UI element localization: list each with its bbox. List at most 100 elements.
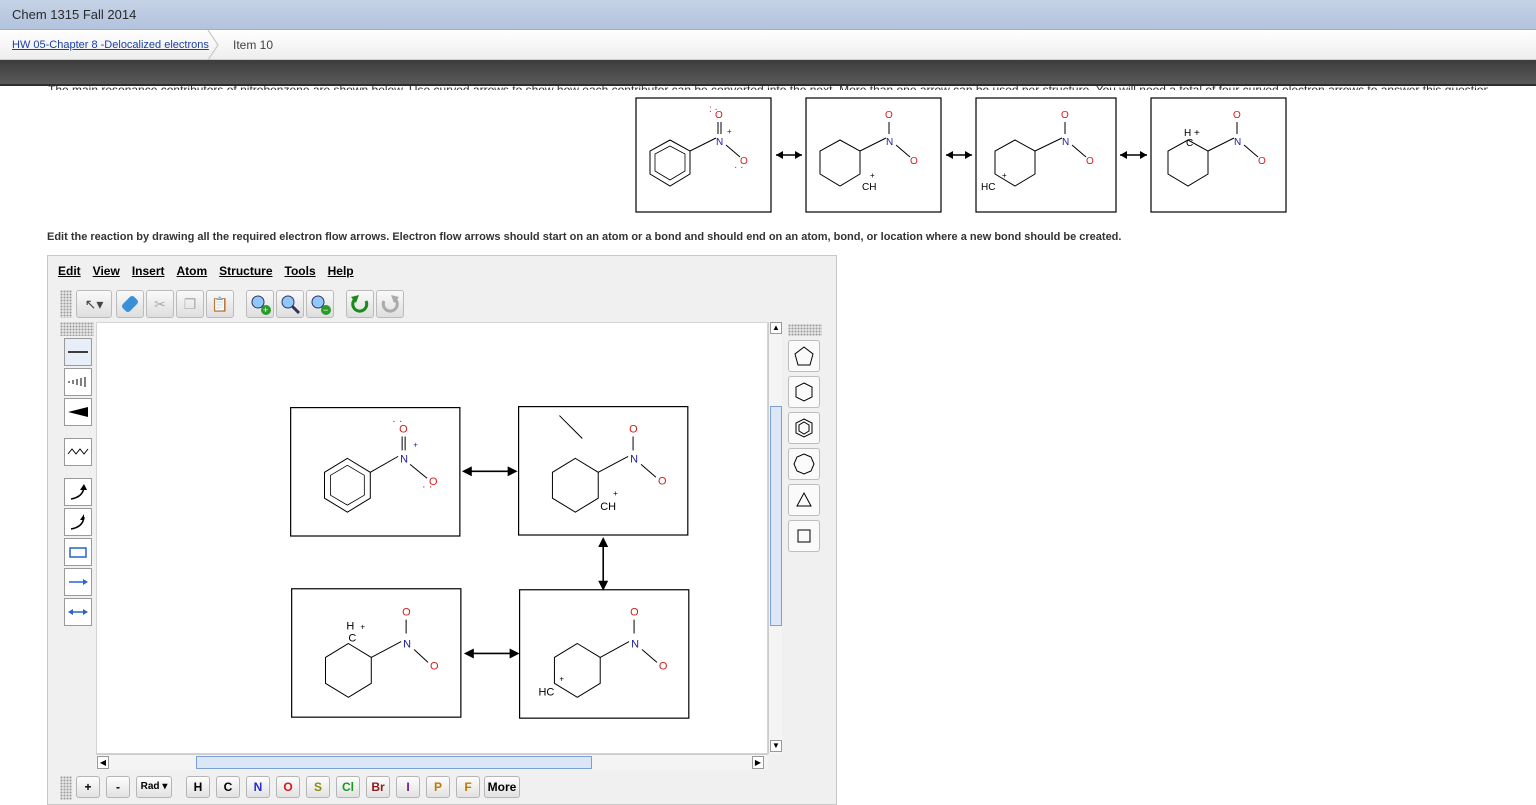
atom-toolbar-grip xyxy=(60,776,72,800)
svg-text:+: + xyxy=(727,127,732,136)
svg-text:N: N xyxy=(1062,137,1069,148)
atom-label-o: O xyxy=(430,660,439,672)
atom-button-plus[interactable]: + xyxy=(76,776,100,798)
curved-arrow-full-icon[interactable] xyxy=(64,478,92,506)
drawing-canvas[interactable]: N + O · · O · · N O CH + O N O HC + O N … xyxy=(96,322,768,754)
svg-text:CH: CH xyxy=(862,182,876,193)
svg-text:O: O xyxy=(885,110,893,121)
menu-view[interactable]: View xyxy=(93,264,120,286)
single-bond-tool-icon[interactable] xyxy=(64,338,92,366)
atom-button-i[interactable]: I xyxy=(396,776,420,798)
svg-text:O: O xyxy=(1086,156,1094,167)
breadcrumb-link-homework[interactable]: HW 05-Chapter 8 -Delocalized electrons xyxy=(12,39,209,51)
atom-button-c[interactable]: C xyxy=(216,776,240,798)
atom-label-h: H xyxy=(346,621,354,633)
structure-editor-applet: Edit View Insert Atom Structure Tools He… xyxy=(47,255,837,805)
svg-text:−: − xyxy=(323,305,328,315)
atom-label-c: C xyxy=(348,633,356,645)
svg-text:+: + xyxy=(263,305,268,315)
window-title: Chem 1315 Fall 2014 xyxy=(12,7,137,22)
svg-text:O: O xyxy=(1233,110,1241,121)
svg-text:N: N xyxy=(1234,137,1241,148)
menu-structure[interactable]: Structure xyxy=(219,264,272,286)
atom-button-more[interactable]: More xyxy=(484,776,520,798)
cyclopentane-icon[interactable] xyxy=(788,340,820,372)
menu-edit[interactable]: Edit xyxy=(58,264,81,286)
atom-button-cl[interactable]: Cl xyxy=(336,776,360,798)
scroll-down-icon[interactable]: ▼ xyxy=(770,740,782,752)
atom-label-o: O xyxy=(658,475,667,487)
charge-plus: + xyxy=(360,623,365,632)
atom-button-minus[interactable]: - xyxy=(106,776,130,798)
menu-help[interactable]: Help xyxy=(328,264,354,286)
canvas-vertical-scrollbar[interactable]: ▲ ▼ xyxy=(768,322,782,754)
svg-text:HC: HC xyxy=(981,182,995,193)
atom-label-o: O xyxy=(402,607,411,619)
charge-plus: + xyxy=(413,440,418,449)
hashed-bond-tool-icon[interactable] xyxy=(64,368,92,396)
canvas-horizontal-scrollbar[interactable]: ◀ ▶ xyxy=(96,754,768,770)
eraser-icon[interactable] xyxy=(116,290,144,318)
question-intro-text: The main resonance contributors of nitro… xyxy=(48,83,1488,90)
atom-button-n[interactable]: N xyxy=(246,776,270,798)
redo-icon[interactable] xyxy=(376,290,404,318)
scroll-thumb[interactable] xyxy=(196,756,592,769)
atom-label-n: N xyxy=(631,638,639,650)
copy-icon[interactable]: ❐ xyxy=(176,290,204,318)
scroll-up-icon[interactable]: ▲ xyxy=(770,322,782,334)
breadcrumb-current-item: Item 10 xyxy=(233,38,274,52)
undo-icon[interactable] xyxy=(346,290,374,318)
reaction-arrow-icon[interactable] xyxy=(64,568,92,596)
atom-button-h[interactable]: H xyxy=(186,776,210,798)
atom-button-s[interactable]: S xyxy=(306,776,330,798)
resonance-arrow-icon[interactable] xyxy=(64,598,92,626)
svg-text:: ·: : · xyxy=(709,104,718,115)
charge-plus: + xyxy=(559,674,564,683)
zoom-out-icon[interactable]: − xyxy=(306,290,334,318)
cyclobutane-icon[interactable] xyxy=(788,520,820,552)
svg-text:N: N xyxy=(886,137,893,148)
menu-atom[interactable]: Atom xyxy=(177,264,208,286)
cyclopropane-icon[interactable] xyxy=(788,484,820,516)
wavy-bond-tool-icon[interactable] xyxy=(64,438,92,466)
atom-label-o: O xyxy=(629,423,638,435)
scroll-thumb[interactable] xyxy=(770,406,782,626)
scroll-left-icon[interactable]: ◀ xyxy=(97,756,109,769)
atom-button-f[interactable]: F xyxy=(456,776,480,798)
wedge-bond-tool-icon[interactable] xyxy=(64,398,92,426)
atom-label-n: N xyxy=(630,453,638,465)
curved-arrow-half-icon[interactable] xyxy=(64,508,92,536)
toolbar-grip xyxy=(60,290,72,318)
editor-menubar: Edit View Insert Atom Structure Tools He… xyxy=(58,264,366,286)
svg-text:· ·: · · xyxy=(422,481,432,493)
atom-label-hc: HC xyxy=(539,686,555,698)
zoom-fit-icon[interactable] xyxy=(276,290,304,318)
rectangle-tool-icon[interactable] xyxy=(64,538,92,566)
charge-plus: + xyxy=(613,489,618,498)
atom-label-n: N xyxy=(400,453,408,465)
cyclohexane-icon[interactable] xyxy=(788,376,820,408)
shapes-grip xyxy=(788,324,822,336)
atom-label-n: N xyxy=(403,638,411,650)
editor-toolbar: ↖▾ ✂ ❐ 📋 + − xyxy=(60,288,820,322)
scissors-icon[interactable]: ✂ xyxy=(146,290,174,318)
scroll-right-icon[interactable]: ▶ xyxy=(752,756,764,769)
benzene-icon[interactable] xyxy=(788,412,820,444)
window-titlebar: Chem 1315 Fall 2014 xyxy=(0,0,1536,30)
svg-text:O: O xyxy=(1061,110,1069,121)
atom-label-ch: CH xyxy=(600,501,616,513)
svg-text:N: N xyxy=(716,137,723,148)
atom-button-radical[interactable]: Rad ▾ xyxy=(136,776,172,798)
menu-insert[interactable]: Insert xyxy=(132,264,165,286)
atom-label-o: O xyxy=(659,660,668,672)
zoom-in-icon[interactable]: + xyxy=(246,290,274,318)
atom-button-o[interactable]: O xyxy=(276,776,300,798)
paste-icon[interactable]: 📋 xyxy=(206,290,234,318)
select-arrow-icon[interactable]: ↖▾ xyxy=(76,290,112,318)
left-tools-grip xyxy=(60,322,94,336)
cycloheptane-icon[interactable] xyxy=(788,448,820,480)
atom-button-br[interactable]: Br xyxy=(366,776,390,798)
breadcrumb-separator-icon xyxy=(207,30,219,60)
atom-button-p[interactable]: P xyxy=(426,776,450,798)
menu-tools[interactable]: Tools xyxy=(285,264,316,286)
